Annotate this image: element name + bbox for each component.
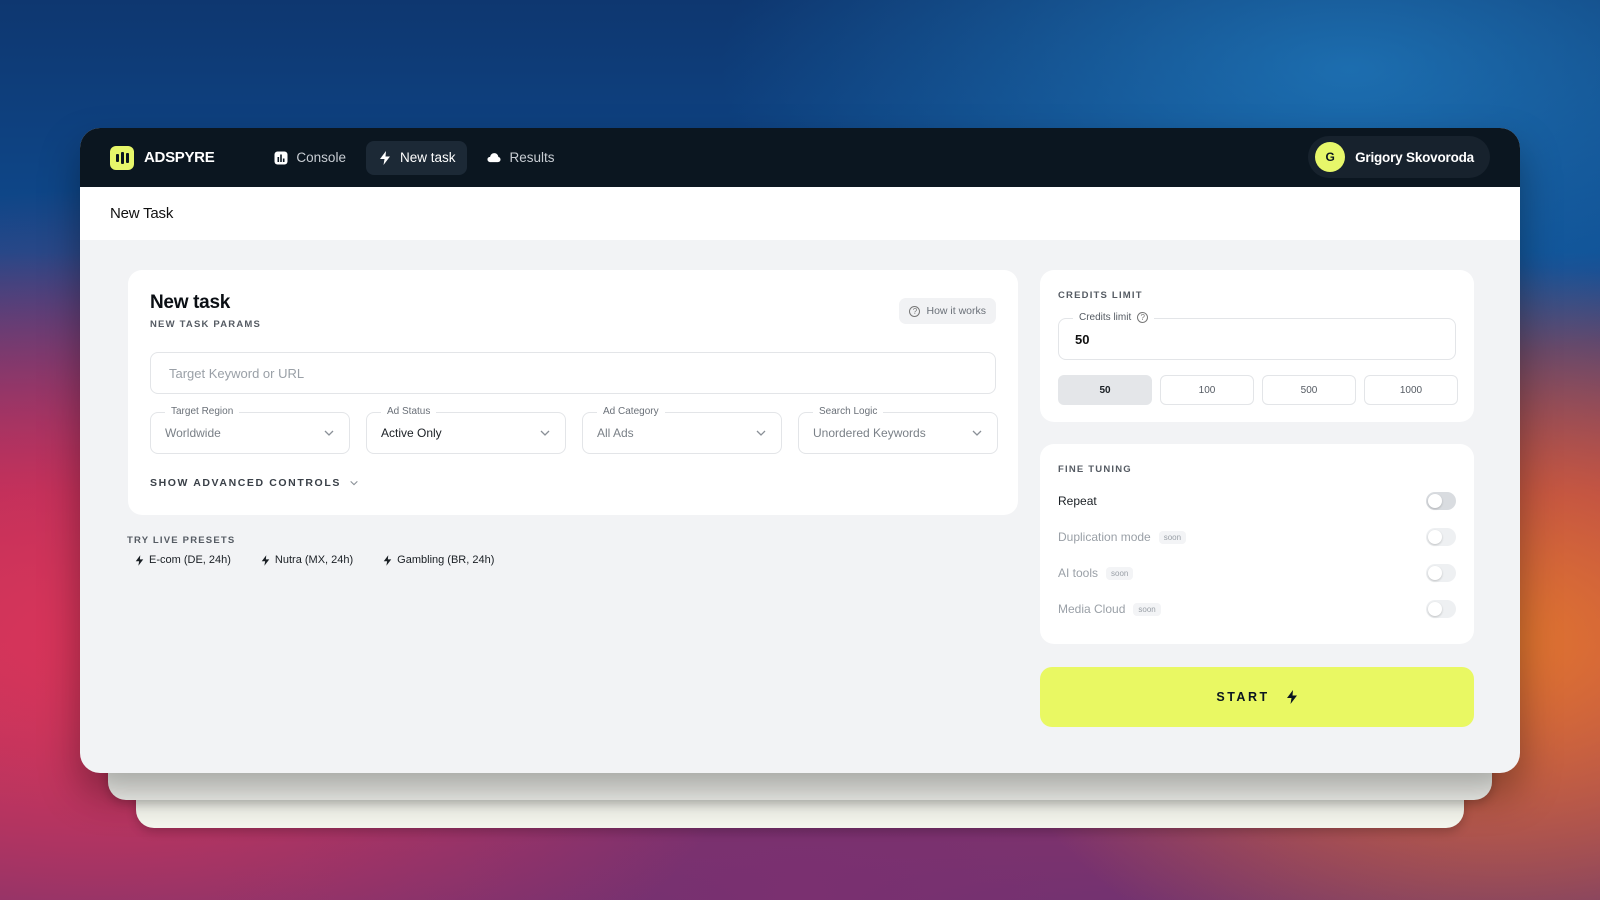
how-it-works-label: How it works [926, 305, 986, 317]
toggle-label-text: Duplication mode [1058, 530, 1151, 544]
soon-badge: soon [1158, 530, 1187, 544]
nav-label: New task [399, 150, 456, 165]
nav-label: Console [296, 150, 346, 165]
logo-text: ADSPYRE [144, 149, 215, 166]
select-value: Unordered Keywords [813, 426, 926, 440]
preset-label: Nutra (MX, 24h) [274, 554, 354, 566]
toggle-label-text: AI tools [1058, 566, 1099, 580]
card-subtitle: NEW TASK PARAMS [150, 319, 262, 330]
ad-category-select[interactable]: Ad Category All Ads [582, 406, 782, 454]
preset-nutra[interactable]: Nutra (MX, 24h) [261, 554, 353, 566]
preset-gambling[interactable]: Gambling (BR, 24h) [383, 554, 494, 566]
credits-limit-card: CREDITS LIMIT Credits limit ? 50 50 100 … [1040, 270, 1474, 422]
chevron-down-icon [972, 430, 982, 436]
preset-ecom[interactable]: E-com (DE, 24h) [135, 554, 231, 566]
select-value: Active Only [381, 426, 442, 440]
avatar: G [1315, 142, 1346, 172]
media-cloud-toggle[interactable] [1426, 600, 1456, 618]
target-region-select[interactable]: Target Region Worldwide [150, 406, 350, 454]
chevron-down-icon [756, 430, 766, 436]
how-it-works-button[interactable]: ? How it works [899, 298, 996, 324]
section-title: FINE TUNING [1058, 464, 1132, 475]
start-label: START [1216, 690, 1270, 704]
nav-item-console[interactable]: Console [262, 141, 358, 175]
select-value: Worldwide [165, 426, 221, 440]
fine-tuning-card: FINE TUNING Repeat Duplication mode soon… [1040, 444, 1474, 644]
help-icon[interactable]: ? [1137, 312, 1149, 323]
new-task-card: New task NEW TASK PARAMS ? How it works … [128, 270, 1018, 515]
select-label: Target Region [165, 406, 240, 417]
credits-limit-input[interactable]: Credits limit ? 50 [1058, 312, 1456, 360]
fine-tuning-row-media-cloud: Media Cloud soon [1058, 598, 1456, 620]
toggle-label-text: Media Cloud [1058, 602, 1126, 616]
field-label: Credits limit ? [1073, 312, 1155, 323]
toggle-label-text: Repeat [1058, 494, 1097, 508]
search-logic-select[interactable]: Search Logic Unordered Keywords [798, 406, 998, 454]
bolt-icon [1286, 690, 1297, 704]
section-title: CREDITS LIMIT [1058, 290, 1143, 301]
live-presets: E-com (DE, 24h) Nutra (MX, 24h) Gambling… [135, 554, 494, 566]
card-title: New task [150, 292, 230, 313]
repeat-toggle[interactable] [1426, 492, 1456, 510]
logo-icon [110, 145, 134, 170]
show-advanced-controls-button[interactable]: SHOW ADVANCED CONTROLS [150, 477, 359, 489]
credit-presets: 50 100 500 1000 [1058, 375, 1458, 405]
chevron-down-icon [350, 480, 358, 486]
bolt-icon [135, 554, 144, 566]
advanced-label: SHOW ADVANCED CONTROLS [150, 477, 341, 489]
credit-option-50[interactable]: 50 [1058, 375, 1152, 405]
page-header: New Task [80, 187, 1520, 240]
toggle-label: Repeat [1058, 494, 1097, 508]
chart-icon [274, 151, 288, 165]
app-window: ADSPYRE Console New task Results G Grigo… [80, 128, 1520, 773]
bolt-icon [261, 554, 270, 566]
toggle-label: Duplication mode soon [1058, 530, 1187, 544]
fine-tuning-row-repeat: Repeat [1058, 490, 1456, 512]
toggle-label: Media Cloud soon [1058, 602, 1161, 616]
fine-tuning-row-ai-tools: AI tools soon [1058, 562, 1456, 584]
select-label: Ad Category [597, 406, 665, 417]
user-name: Grigory Skovoroda [1355, 149, 1474, 165]
credit-option-500[interactable]: 500 [1262, 375, 1356, 405]
page-title: New Task [110, 205, 174, 222]
nav-item-new-task[interactable]: New task [365, 140, 468, 175]
help-icon: ? [909, 305, 921, 317]
soon-badge: soon [1133, 602, 1161, 616]
credits-field-label: Credits limit [1079, 312, 1132, 323]
toggle-label: AI tools soon [1058, 566, 1134, 580]
select-label: Search Logic [813, 406, 884, 417]
start-button[interactable]: START [1040, 667, 1474, 727]
preset-label: E-com (DE, 24h) [149, 554, 231, 566]
presets-title: TRY LIVE PRESETS [127, 535, 236, 546]
top-navigation-bar: ADSPYRE Console New task Results G Grigo… [80, 128, 1520, 187]
filter-selects: Target Region Worldwide Ad Status Active… [150, 406, 998, 454]
nav-item-results[interactable]: Results [475, 141, 566, 175]
credit-option-100[interactable]: 100 [1160, 375, 1254, 405]
soon-badge: soon [1106, 566, 1134, 580]
chevron-down-icon [324, 430, 334, 436]
fine-tuning-row-duplication: Duplication mode soon [1058, 526, 1456, 548]
duplication-mode-toggle[interactable] [1426, 528, 1456, 546]
credit-option-1000[interactable]: 1000 [1364, 375, 1458, 405]
bolt-icon [383, 554, 392, 566]
main-content: New task NEW TASK PARAMS ? How it works … [80, 240, 1520, 773]
cloud-icon [487, 151, 502, 165]
logo[interactable]: ADSPYRE [110, 145, 215, 170]
credits-value: 50 [1075, 331, 1090, 347]
preset-label: Gambling (BR, 24h) [397, 554, 495, 566]
chevron-down-icon [540, 430, 550, 436]
bolt-icon [378, 150, 392, 165]
nav-label: Results [509, 150, 555, 165]
target-keyword-input[interactable] [150, 352, 996, 394]
user-menu[interactable]: G Grigory Skovoroda [1308, 136, 1490, 178]
select-label: Ad Status [381, 406, 437, 417]
main-nav: Console New task Results [262, 140, 566, 175]
ad-status-select[interactable]: Ad Status Active Only [366, 406, 566, 454]
select-value: All Ads [597, 426, 634, 440]
ai-tools-toggle[interactable] [1426, 564, 1456, 582]
